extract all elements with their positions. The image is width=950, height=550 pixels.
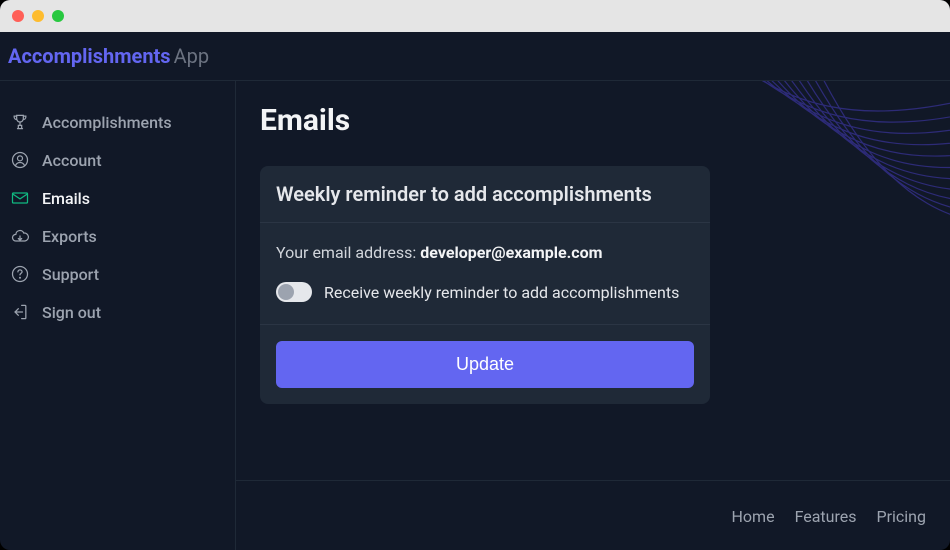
update-button[interactable]: Update [276, 341, 694, 388]
card-title: Weekly reminder to add accomplishments [276, 182, 694, 206]
sidebar-item-account[interactable]: Account [8, 141, 227, 179]
sidebar-item-emails[interactable]: Emails [8, 179, 227, 217]
window-titlebar [0, 0, 950, 32]
brand-logo[interactable]: AccomplishmentsApp [8, 44, 209, 68]
footer-link-pricing[interactable]: Pricing [877, 507, 927, 526]
sidebar-item-label: Emails [42, 189, 90, 208]
sidebar-item-accomplishments[interactable]: Accomplishments [8, 103, 227, 141]
close-window-button[interactable] [12, 10, 24, 22]
sidebar-item-label: Exports [42, 227, 97, 246]
email-value: developer@example.com [420, 243, 602, 262]
maximize-window-button[interactable] [52, 10, 64, 22]
email-settings-card: Weekly reminder to add accomplishments Y… [260, 166, 710, 404]
sidebar-item-label: Support [42, 265, 99, 284]
footer-link-features[interactable]: Features [795, 507, 857, 526]
email-label: Your email address: [276, 243, 420, 262]
page-title: Emails [260, 103, 926, 138]
footer: Home Features Pricing [236, 480, 950, 550]
footer-link-home[interactable]: Home [732, 507, 775, 526]
sidebar-item-sign-out[interactable]: Sign out [8, 293, 227, 331]
weekly-reminder-toggle-row: Receive weekly reminder to add accomplis… [276, 282, 694, 302]
user-circle-icon [10, 150, 30, 170]
sidebar-item-exports[interactable]: Exports [8, 217, 227, 255]
mail-icon [10, 188, 30, 208]
trophy-icon [10, 112, 30, 132]
sidebar-item-label: Sign out [42, 303, 101, 322]
app-header: AccomplishmentsApp [0, 32, 950, 81]
sidebar: Accomplishments Account Emails Exports [0, 81, 236, 550]
brand-secondary: App [174, 44, 210, 68]
question-circle-icon [10, 264, 30, 284]
weekly-reminder-toggle[interactable] [276, 282, 312, 302]
sidebar-item-label: Accomplishments [42, 113, 172, 132]
minimize-window-button[interactable] [32, 10, 44, 22]
cloud-download-icon [10, 226, 30, 246]
card-header: Weekly reminder to add accomplishments [260, 166, 710, 223]
sign-out-icon [10, 302, 30, 322]
sidebar-item-support[interactable]: Support [8, 255, 227, 293]
email-address-line: Your email address: developer@example.co… [276, 243, 694, 262]
brand-primary: Accomplishments [8, 44, 171, 68]
sidebar-item-label: Account [42, 151, 102, 170]
toggle-label: Receive weekly reminder to add accomplis… [324, 283, 679, 302]
